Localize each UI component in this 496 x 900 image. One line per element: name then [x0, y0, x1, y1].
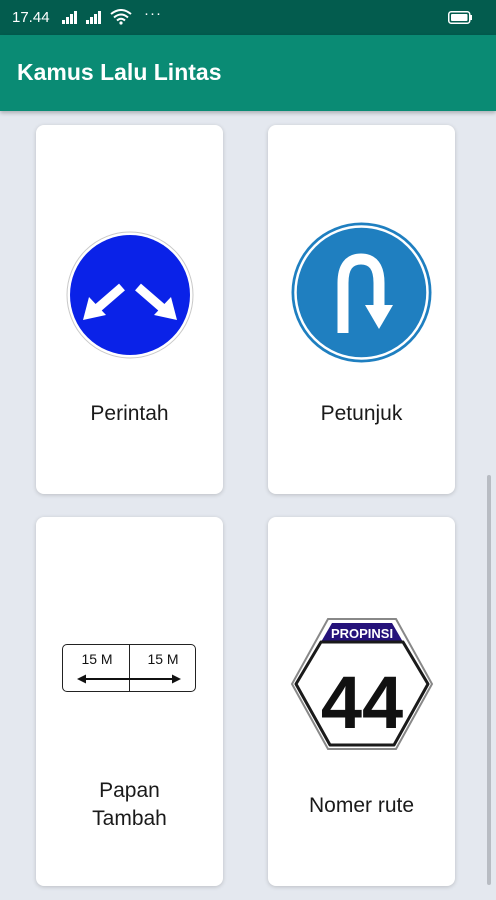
additional-plate-sign-icon: 15 M 15 M [62, 644, 196, 692]
app-bar: Kamus Lalu Lintas [0, 35, 496, 111]
category-label: Papan Tambah [92, 779, 167, 830]
plate-right-text: 15 M [147, 651, 179, 667]
double-arrow-icon [77, 674, 181, 684]
app-title: Kamus Lalu Lintas [17, 59, 222, 85]
category-card-petunjuk[interactable]: Petunjuk [268, 125, 455, 494]
route-number-text: 44 [321, 661, 403, 744]
route-number-sign-icon: PROPINSI 44 [290, 618, 434, 750]
blue-mandatory-sign-icon [66, 231, 194, 359]
status-bar: 17.44 ··· [0, 0, 496, 35]
u-turn-sign-icon [291, 222, 432, 363]
signal-icon [62, 11, 77, 24]
scrollbar[interactable] [487, 475, 491, 885]
category-label: Perintah [90, 402, 169, 425]
route-header-text: PROPINSI [331, 626, 393, 641]
category-card-papan-tambah[interactable]: 15 M 15 M Papan Tambah [36, 517, 223, 886]
battery-icon [448, 11, 472, 24]
status-icons [62, 7, 132, 27]
status-time: 17.44 [12, 9, 50, 26]
category-label: Petunjuk [320, 402, 403, 425]
category-card-nomer-rute[interactable]: PROPINSI 44 Nomer rute [268, 517, 455, 886]
plate-left-text: 15 M [81, 651, 113, 667]
signal-icon [86, 11, 101, 24]
category-card-perintah[interactable]: Perintah [36, 125, 223, 494]
more-notifications-icon: ··· [144, 5, 162, 22]
wifi-icon [110, 9, 132, 25]
category-label: Nomer rute [308, 794, 415, 817]
